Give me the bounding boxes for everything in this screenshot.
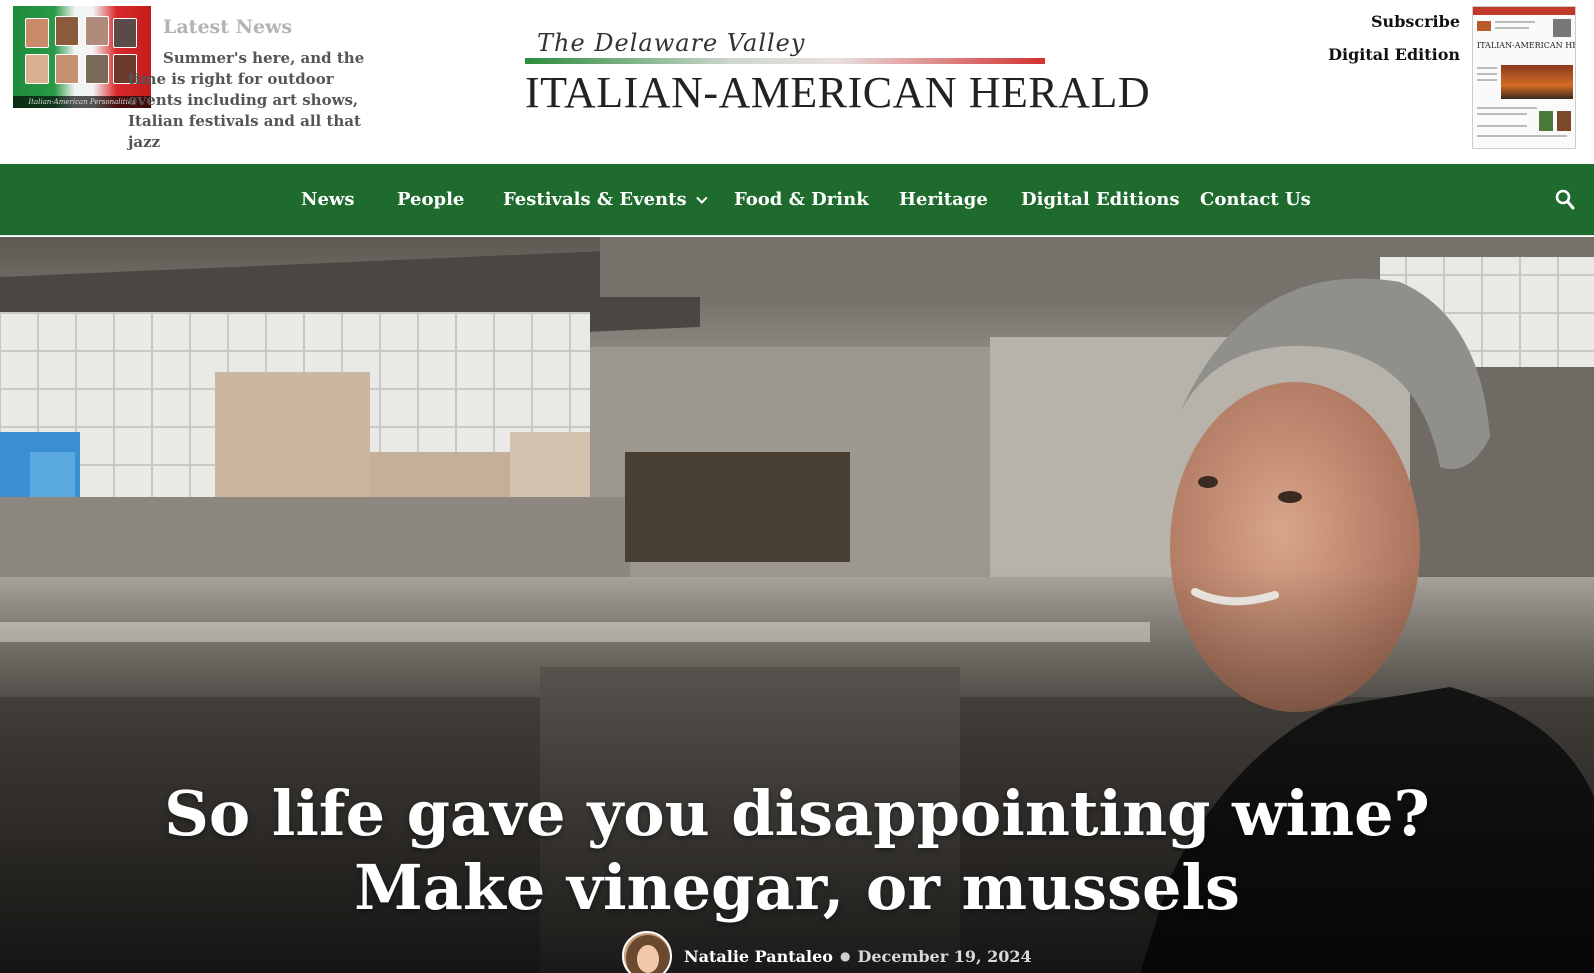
thumbnail-paper-name: ITALIAN-AMERICAN HERALD — [1477, 41, 1575, 50]
site-logo[interactable]: The Delaware Valley ITALIAN-AMERICAN HER… — [525, 25, 1150, 117]
byline-separator: ● — [839, 949, 851, 963]
author-avatar[interactable] — [622, 931, 672, 973]
nav-item-food-drink[interactable]: Food & Drink — [734, 164, 869, 236]
hero-article[interactable]: So life gave you disappointing wine? Mak… — [0, 237, 1594, 973]
article-title-line1: So life gave you disappointing wine? — [164, 777, 1430, 850]
chevron-down-icon — [695, 192, 708, 204]
logo-main-text: ITALIAN-AMERICAN HERALD — [525, 68, 1151, 117]
nav-item-news[interactable]: News — [301, 164, 355, 236]
nav-item-people[interactable]: People — [397, 164, 464, 236]
article-title-line2: Make vinegar, or mussels — [354, 851, 1240, 924]
main-navigation: News People Festivals & Events Food & Dr… — [0, 164, 1594, 236]
author-name[interactable]: Natalie Pantaleo — [684, 947, 833, 966]
logo-script-text: The Delaware Valley — [537, 29, 806, 57]
nav-item-contact-us[interactable]: Contact Us — [1200, 164, 1311, 236]
subscribe-link[interactable]: Subscribe — [1371, 12, 1460, 31]
article-title[interactable]: So life gave you disappointing wine? Mak… — [0, 777, 1594, 925]
digital-edition-link[interactable]: Digital Edition — [1328, 45, 1460, 64]
nav-item-heritage[interactable]: Heritage — [899, 164, 988, 236]
site-header: Italian-American Personalities Latest Ne… — [0, 0, 1594, 164]
latest-news-label: Latest News — [163, 16, 293, 38]
search-icon[interactable] — [1555, 189, 1575, 211]
latest-news-link[interactable]: Summer's here, and the time is right for… — [128, 48, 378, 153]
nav-item-digital-editions[interactable]: Digital Editions — [1021, 164, 1179, 236]
article-byline: Natalie Pantaleo ● December 19, 2024 — [622, 930, 1032, 973]
digital-edition-thumbnail[interactable]: ITALIAN-AMERICAN HERALD — [1472, 6, 1576, 149]
nav-item-festivals-events[interactable]: Festivals & Events — [503, 164, 708, 236]
logo-flag-stripe — [525, 58, 1045, 64]
nav-item-festivals-events-label: Festivals & Events — [503, 189, 687, 210]
publish-date: December 19, 2024 — [857, 946, 1032, 966]
